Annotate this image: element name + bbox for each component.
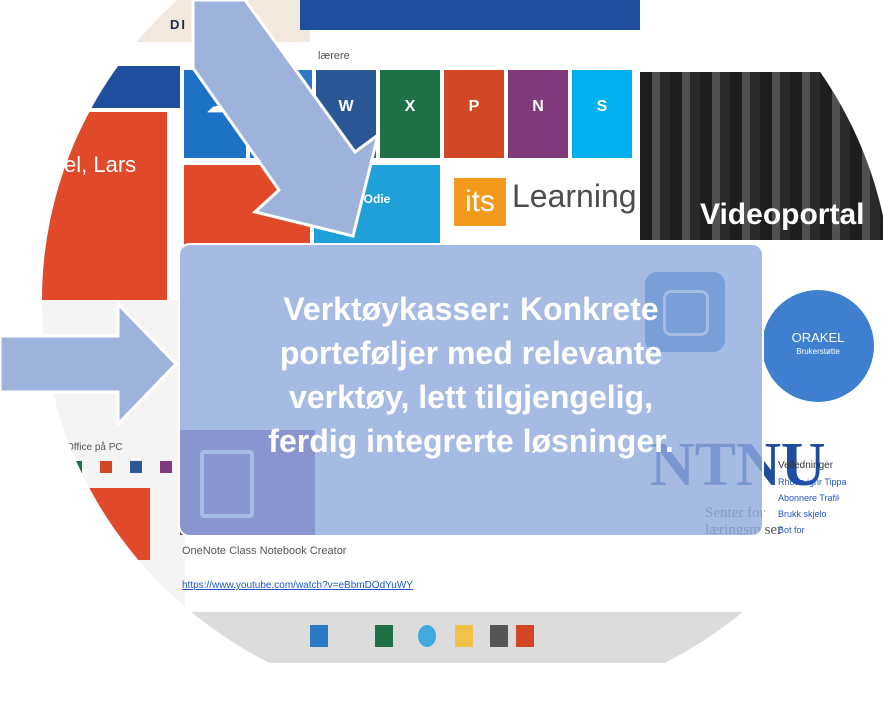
callout-line-1: Verktøykasser: Konkrete [283,291,659,327]
taskbar-app-icon[interactable] [310,625,328,647]
taskbar-tool-icon[interactable] [490,625,508,647]
taskbar-powerpoint-icon[interactable] [516,625,534,647]
orakel-subtitle: Brukerstøtte [796,347,840,356]
onenote-tile[interactable]: N [508,70,568,158]
itslearning-tile[interactable]: its Learning [446,160,637,238]
taskbar-browser-icon[interactable] [418,625,436,647]
onenote-icon[interactable] [160,461,172,473]
user-profile-tile[interactable]: el, Lars [0,112,167,302]
onenote-caption: OneNote Class Notebook Creator [182,545,347,557]
help-banner[interactable]: v våre tjenester? VENDELSE HER [0,66,180,108]
youtube-link[interactable]: https://www.youtube.com/watch?v=eBbmDOdY… [182,580,413,591]
taskbar-excel-icon[interactable] [375,625,393,647]
office-install-tile[interactable] [70,488,150,560]
right-arrow-icon [0,300,179,428]
callout-line-2: porteføljer med relevante [279,335,663,371]
orakel-support-button[interactable]: ORAKEL Brukerstøtte [762,290,874,402]
skype-tile[interactable]: S [572,70,632,158]
excel-icon: X [404,97,416,115]
word-icon[interactable] [130,461,142,473]
onenote-icon: N [532,97,544,115]
guide-link[interactable]: Brukk skjelo [778,509,847,519]
itslearning-word: Learning [512,178,637,214]
videoportal-label: Videoportal [700,198,865,231]
orakel-title: ORAKEL [791,330,845,345]
logo-line-1: ARNING [2,6,53,20]
excel-icon[interactable] [70,461,82,473]
powerpoint-icon: P [468,97,480,115]
itslearning-badge: its [454,178,506,226]
guide-link[interactable]: Abonnere Trafik [778,493,847,503]
callout-line-3: verktøy, lett tilgjengelig, [289,379,653,415]
videoportal-tile[interactable]: Videoportal [640,72,883,240]
logo-line-2: IENT SYSTEMS [2,20,97,34]
toolbox-callout: Verktøykasser: Konkrete porteføljer med … [178,243,764,537]
down-arrow-icon [191,0,380,238]
office-download-text[interactable]: ller Office på PC [50,442,123,453]
powerpoint-tile[interactable]: P [444,70,504,158]
excel-tile[interactable]: X [380,70,440,158]
help-banner-line2: VENDELSE HER [6,92,77,102]
toolbox-callout-text: Verktøykasser: Konkrete porteføljer med … [180,287,762,463]
logo-graphic [72,0,142,16]
skype-icon: S [596,97,608,115]
guides-list: Veiledninger Rhode ignr Tippa Abonnere T… [778,460,847,541]
guide-link[interactable]: Bot for [778,525,847,535]
guide-link[interactable]: Rhode ignr Tippa [778,477,847,487]
learning-systems-logo: ARNING IENT SYSTEMS [0,0,150,42]
user-name: el, Lars [64,152,137,177]
guides-heading: Veiledninger [778,460,834,471]
office-icons-row [70,460,190,478]
taskbar-folder-icon[interactable] [455,625,473,647]
callout-line-4: ferdig integrerte løsninger. [268,423,674,459]
powerpoint-icon[interactable] [100,461,112,473]
help-banner-line1: v våre tjenester? [6,80,78,90]
